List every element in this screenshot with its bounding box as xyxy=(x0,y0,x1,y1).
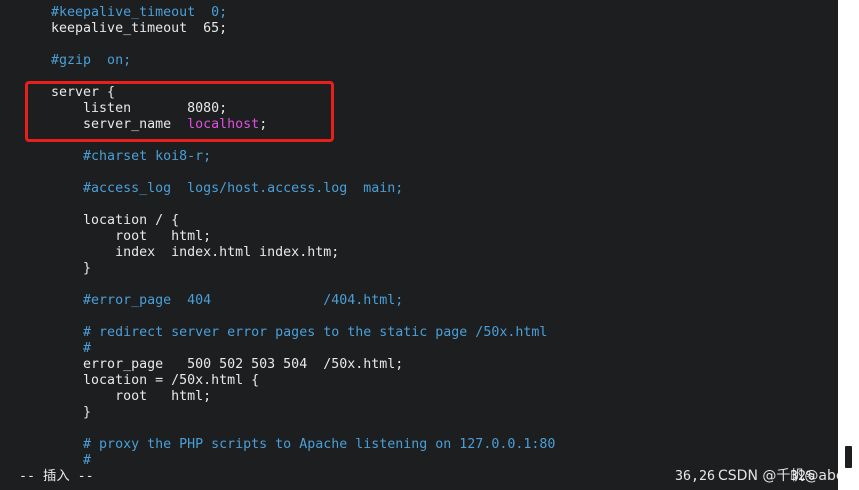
code-line: location = /50x.html { xyxy=(19,373,259,389)
code-line: } xyxy=(19,405,91,421)
highlight-annotation-box xyxy=(25,81,334,142)
code-line: } xyxy=(19,261,91,277)
code-line: # redirect server error pages to the sta… xyxy=(19,325,547,341)
csdn-watermark: CSDN @千帆@abc xyxy=(718,468,838,484)
code-line: # proxy the PHP scripts to Apache listen… xyxy=(19,437,555,453)
code-token: root html; xyxy=(19,389,212,404)
scrollbar-thumb[interactable] xyxy=(845,446,852,468)
code-token: #keepalive_timeout 0; xyxy=(19,5,228,20)
code-line: #access_log logs/host.access.log main; xyxy=(19,181,403,197)
code-token: index index.html index.htm; xyxy=(19,245,340,260)
code-line: error_page 500 502 503 504 /50x.html; xyxy=(19,357,403,373)
code-line: #keepalive_timeout 0; xyxy=(19,5,227,21)
code-line: #charset koi8-r; xyxy=(19,149,211,165)
code-token: root html; xyxy=(19,229,212,244)
code-token: keepalive_timeout 65; xyxy=(19,21,228,36)
code-token: } xyxy=(19,261,92,276)
code-line: index index.html index.htm; xyxy=(19,245,339,261)
code-line: #error_page 404 /404.html; xyxy=(19,293,403,309)
code-token: # proxy the PHP scripts to Apache listen… xyxy=(19,437,556,452)
code-token: } xyxy=(19,405,92,420)
vim-editor[interactable]: #keepalive_timeout 0; keepalive_timeout … xyxy=(0,0,838,490)
code-line: root html; xyxy=(19,229,211,245)
code-line: root html; xyxy=(19,389,211,405)
code-token: #gzip on; xyxy=(19,53,132,68)
scrollbar-track[interactable] xyxy=(838,0,859,490)
code-token: #access_log logs/host.access.log main; xyxy=(19,181,404,196)
code-token: # xyxy=(19,341,92,356)
code-line: location / { xyxy=(19,213,179,229)
vim-mode-indicator: -- 插入 -- xyxy=(19,469,94,484)
code-line: #gzip on; xyxy=(19,53,131,69)
code-token: error_page 500 502 503 504 /50x.html; xyxy=(19,357,404,372)
code-token: location / { xyxy=(19,213,180,228)
code-token: # xyxy=(19,453,92,468)
code-token: #charset koi8-r; xyxy=(19,149,212,164)
cursor-position: 36,26 xyxy=(675,469,716,484)
code-line: # xyxy=(19,453,91,469)
code-token: # redirect server error pages to the sta… xyxy=(19,325,548,340)
code-line: keepalive_timeout 65; xyxy=(19,21,227,37)
code-token: location = /50x.html { xyxy=(19,373,260,388)
code-token: #error_page 404 /404.html; xyxy=(19,293,404,308)
code-line: # xyxy=(19,341,91,357)
